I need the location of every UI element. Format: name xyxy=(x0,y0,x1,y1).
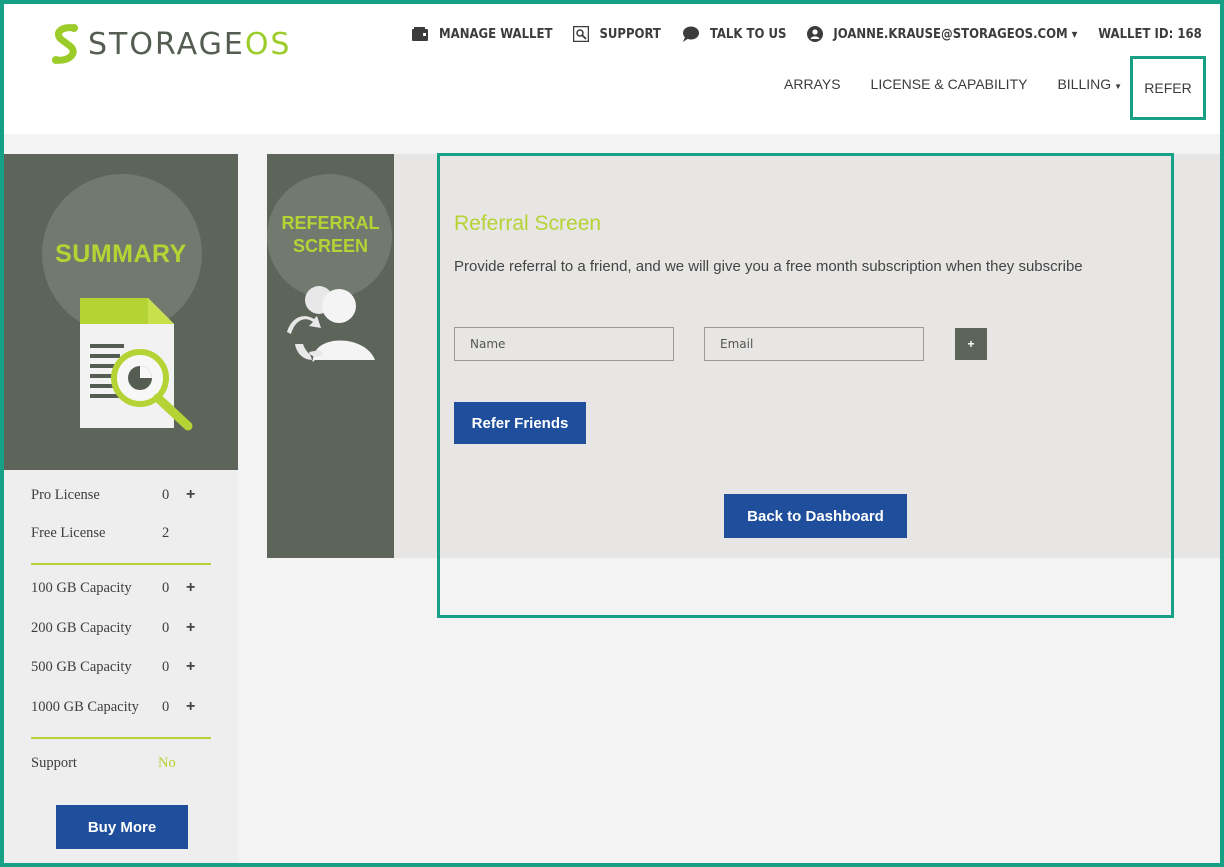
top-utility-bar: MANAGE WALLET SUPPORT TALK TO US JOANNE.… xyxy=(412,26,1223,42)
summary-sidebar: SUMMARY Pro License 0 + Free License 2 1… xyxy=(4,154,238,863)
refer-friends-button[interactable]: Refer Friends xyxy=(454,402,586,444)
form-description: Provide referral to a friend, and we wil… xyxy=(454,258,1083,275)
main-nav: ARRAYS LICENSE & CAPABILITY BILLING ▼ xyxy=(784,76,1152,92)
nav-license-capability[interactable]: LICENSE & CAPABILITY xyxy=(871,76,1028,92)
stat-free-license: Free License 2 xyxy=(31,523,231,543)
user-circle-icon xyxy=(807,26,824,42)
stat-value: 0 xyxy=(162,579,170,596)
nav-billing-label: BILLING xyxy=(1057,76,1112,92)
stat-value: 0 xyxy=(162,698,170,715)
divider xyxy=(31,737,211,739)
user-email: JOANNE.KRAUSE@STORAGEOS.COM xyxy=(833,26,1068,42)
stat-value: No xyxy=(158,754,176,771)
stat-cap-200: 200 GB Capacity 0 + xyxy=(31,618,231,638)
logo-text: STORAGEOS xyxy=(88,26,292,62)
referral-title-line2: SCREEN xyxy=(292,236,368,256)
logo[interactable]: STORAGEOS xyxy=(50,22,291,66)
wallet-icon xyxy=(412,27,428,41)
logo-mark-icon xyxy=(52,24,78,64)
manage-wallet-link[interactable]: MANAGE WALLET xyxy=(412,27,552,42)
chevron-down-icon: ▼ xyxy=(1071,29,1078,39)
email-input[interactable] xyxy=(704,327,924,361)
document-magnifier-icon xyxy=(80,298,193,431)
add-cap-500-button[interactable]: + xyxy=(186,658,195,676)
stat-label: Free License xyxy=(31,524,106,541)
stat-label: 200 GB Capacity xyxy=(31,619,132,636)
add-referral-button[interactable]: + xyxy=(955,328,987,360)
user-menu[interactable]: JOANNE.KRAUSE@STORAGEOS.COM ▼ xyxy=(807,26,1077,42)
add-pro-license-button[interactable]: + xyxy=(186,486,195,504)
stat-value: 0 xyxy=(162,658,170,675)
buy-more-button[interactable]: Buy More xyxy=(56,805,188,849)
chat-bubble-icon xyxy=(682,26,699,42)
talk-to-us-label: TALK TO US xyxy=(709,26,787,42)
form-title: Referral Screen xyxy=(454,212,602,235)
summary-title: SUMMARY xyxy=(55,240,187,268)
nav-refer-label: REFER xyxy=(1144,80,1192,96)
stat-value: 2 xyxy=(162,524,170,541)
nav-billing[interactable]: BILLING ▼ xyxy=(1057,76,1122,92)
stat-cap-100: 100 GB Capacity 0 + xyxy=(31,578,231,598)
support-icon xyxy=(573,26,590,42)
add-cap-1000-button[interactable]: + xyxy=(186,698,195,716)
referral-title-line1: REFERRAL xyxy=(281,213,380,233)
support-label: SUPPORT xyxy=(599,26,661,42)
stat-cap-500: 500 GB Capacity 0 + xyxy=(31,657,231,677)
referral-people-icon xyxy=(287,286,375,362)
stat-label: 500 GB Capacity xyxy=(31,658,132,675)
stat-label: 1000 GB Capacity xyxy=(31,698,139,715)
stat-cap-1000: 1000 GB Capacity 0 + xyxy=(31,697,231,717)
stat-label: Pro License xyxy=(31,486,100,503)
add-cap-100-button[interactable]: + xyxy=(186,579,195,597)
chevron-down-icon: ▼ xyxy=(1114,82,1123,91)
back-to-dashboard-button[interactable]: Back to Dashboard xyxy=(724,494,907,538)
name-input[interactable] xyxy=(454,327,674,361)
stat-pro-license: Pro License 0 + xyxy=(31,485,231,505)
stat-label: 100 GB Capacity xyxy=(31,579,132,596)
wallet-id-label: WALLET ID: 168 xyxy=(1098,26,1202,42)
nav-arrays[interactable]: ARRAYS xyxy=(784,76,841,92)
talk-to-us-link[interactable]: TALK TO US xyxy=(682,26,787,42)
header: STORAGEOS MANAGE WALLET SUPPORT TALK TO … xyxy=(0,0,1224,134)
add-cap-200-button[interactable]: + xyxy=(186,619,195,637)
nav-refer[interactable]: REFER xyxy=(1130,56,1206,120)
summary-panel: SUMMARY xyxy=(4,154,238,470)
referral-panel-title: REFERRAL SCREEN xyxy=(267,212,394,258)
wallet-id: WALLET ID: 168 xyxy=(1098,27,1202,42)
stat-value: 0 xyxy=(162,619,170,636)
stat-support: Support No xyxy=(31,753,231,773)
stat-label: Support xyxy=(31,754,77,771)
stat-value: 0 xyxy=(162,486,170,503)
manage-wallet-label: MANAGE WALLET xyxy=(439,26,553,42)
referral-panel: REFERRAL SCREEN xyxy=(267,154,394,558)
divider xyxy=(31,563,211,565)
support-link[interactable]: SUPPORT xyxy=(573,26,661,42)
